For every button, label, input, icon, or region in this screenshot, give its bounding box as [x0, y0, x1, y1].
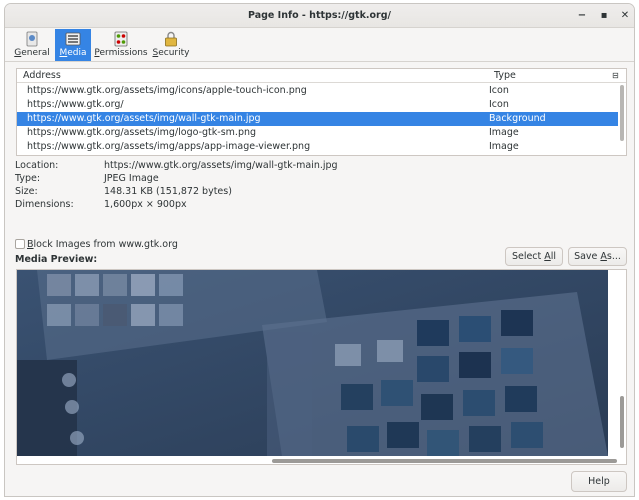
titlebar: Page Info - https://gtk.org/ − ▪ ✕	[5, 4, 634, 28]
type-label: Type:	[15, 173, 41, 184]
list-item-address: https://www.gtk.org/assets/img/wall-gtk-…	[27, 113, 261, 124]
list-item-address: https://www.gtk.org/assets/img/icons/app…	[27, 85, 307, 96]
tab-permissions[interactable]: Permissions	[94, 29, 148, 61]
tab-toolbar: General Media Permissions Security	[5, 28, 634, 62]
preview-horizontal-scrollbar[interactable]	[272, 459, 617, 463]
column-picker-icon[interactable]: ⊟	[612, 71, 619, 80]
type-value: JPEG Image	[104, 173, 159, 184]
location-value: https://www.gtk.org/assets/img/wall-gtk-…	[104, 160, 338, 171]
tab-media[interactable]: Media	[55, 29, 91, 61]
tab-media-label: edia	[67, 48, 87, 58]
list-item-type: Icon	[489, 85, 509, 96]
media-preview	[16, 269, 627, 465]
list-item-selected[interactable]: https://www.gtk.org/assets/img/wall-gtk-…	[17, 112, 618, 126]
maximize-icon[interactable]: ▪	[597, 9, 611, 23]
list-item-address: https://www.gtk.org/	[27, 99, 124, 110]
tab-security[interactable]: Security	[151, 29, 191, 61]
page-info-window: Page Info - https://gtk.org/ − ▪ ✕ Gener…	[4, 3, 635, 497]
size-label: Size:	[15, 186, 38, 197]
permissions-icon	[114, 31, 128, 47]
save-as-label-rest: s...	[606, 251, 621, 262]
list-item[interactable]: https://www.gtk.org/ Icon	[17, 98, 618, 112]
list-scrollbar[interactable]	[620, 85, 624, 141]
select-all-button[interactable]: Select All	[505, 247, 563, 266]
list-item-type: Image	[489, 127, 519, 138]
preview-image-content	[17, 270, 608, 456]
page-icon	[26, 31, 38, 47]
media-list[interactable]: Address Type ⊟ https://www.gtk.org/asset…	[16, 68, 627, 156]
minimize-icon[interactable]: −	[575, 9, 589, 23]
close-icon[interactable]: ✕	[618, 9, 632, 23]
list-item-type: Background	[489, 113, 546, 124]
select-all-label-rest: ll	[550, 251, 557, 262]
preview-vertical-scrollbar[interactable]	[620, 396, 624, 448]
help-button[interactable]: Help	[571, 471, 627, 492]
window-title: Page Info - https://gtk.org/	[248, 10, 391, 21]
lock-icon	[165, 31, 177, 47]
tab-permissions-label: ermissions	[99, 48, 148, 58]
list-item[interactable]: https://www.gtk.org/assets/img/logo-gtk-…	[17, 126, 618, 140]
media-preview-label: Media Preview:	[15, 254, 98, 265]
list-header: Address Type ⊟	[17, 69, 626, 83]
dimensions-value: 1,600px × 900px	[104, 199, 187, 210]
save-as-label: Save	[574, 251, 601, 262]
column-type[interactable]: Type	[494, 70, 516, 81]
tab-general[interactable]: General	[13, 29, 51, 61]
size-value: 148.31 KB (151,872 bytes)	[104, 186, 232, 197]
column-address[interactable]: Address	[23, 70, 61, 81]
media-icon	[65, 32, 81, 46]
dimensions-label: Dimensions:	[15, 199, 74, 210]
save-as-button[interactable]: Save As...	[568, 247, 627, 266]
list-item-address: https://www.gtk.org/assets/img/apps/app-…	[27, 141, 311, 152]
select-all-label: Select	[511, 251, 545, 262]
list-item[interactable]: https://www.gtk.org/assets/img/apps/app-…	[17, 140, 618, 154]
preview-image	[17, 270, 608, 456]
location-label: Location:	[15, 160, 59, 171]
list-item-type: Icon	[489, 99, 509, 110]
block-images-text: lock Images from www.gtk.org	[33, 239, 178, 250]
tab-security-label: ecurity	[158, 48, 190, 58]
block-images-checkbox[interactable]	[15, 239, 25, 249]
block-images-label[interactable]: Block Images from www.gtk.org	[27, 239, 178, 250]
list-item[interactable]: https://www.gtk.org/assets/img/icons/app…	[17, 84, 618, 98]
tab-general-label: eneral	[21, 48, 50, 58]
list-item-type: Image	[489, 141, 519, 152]
list-item-address: https://www.gtk.org/assets/img/logo-gtk-…	[27, 127, 257, 138]
